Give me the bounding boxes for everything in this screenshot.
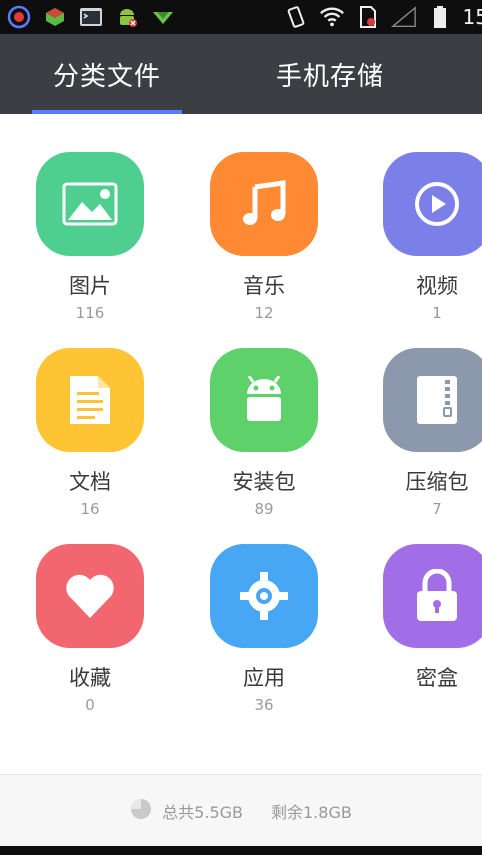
category-label: 音乐 bbox=[243, 274, 285, 298]
category-count: 1 bbox=[432, 304, 442, 322]
category-video[interactable]: 视频 1 bbox=[362, 152, 482, 322]
game-app-icon bbox=[42, 6, 68, 28]
tab-categories[interactable]: 分类文件 bbox=[32, 34, 182, 114]
category-secure-box[interactable]: 密盒 bbox=[362, 544, 482, 696]
category-label: 视频 bbox=[416, 274, 458, 298]
category-grid: 图片 116 音乐 12 视频 1 文档 16 安装包 89 压缩包 7 收藏 … bbox=[0, 114, 482, 774]
tab-phone-storage[interactable]: 手机存储 bbox=[255, 34, 405, 114]
category-apps[interactable]: 应用 36 bbox=[189, 544, 339, 714]
document-icon bbox=[36, 348, 144, 452]
video-play-icon bbox=[383, 152, 482, 256]
category-label: 应用 bbox=[243, 666, 285, 690]
category-count: 12 bbox=[254, 304, 274, 322]
app-gear-icon bbox=[210, 544, 318, 648]
category-label: 图片 bbox=[69, 274, 111, 298]
bottom-bar bbox=[0, 846, 482, 855]
lock-icon bbox=[383, 544, 482, 648]
tab-bar: 分类文件 手机存储 bbox=[0, 34, 482, 114]
status-bar: 15 bbox=[0, 0, 482, 34]
category-count: 0 bbox=[85, 696, 95, 714]
category-count: 16 bbox=[80, 500, 100, 518]
zip-icon bbox=[383, 348, 482, 452]
image-icon bbox=[36, 152, 144, 256]
music-icon bbox=[210, 152, 318, 256]
category-count: 36 bbox=[254, 696, 274, 714]
terminal-app-icon bbox=[78, 6, 104, 28]
category-count: 7 bbox=[432, 500, 442, 518]
status-time: 15 bbox=[462, 5, 482, 29]
vibrate-icon bbox=[283, 6, 309, 28]
category-label: 文档 bbox=[69, 470, 111, 494]
wifi-icon bbox=[319, 6, 345, 28]
storage-summary: 总共5.5GB 剩余1.8GB bbox=[0, 774, 482, 847]
storage-pie-icon bbox=[130, 798, 152, 824]
category-packages[interactable]: 安装包 89 bbox=[189, 348, 339, 518]
category-label: 收藏 bbox=[69, 666, 111, 690]
category-favorites[interactable]: 收藏 0 bbox=[15, 544, 165, 714]
category-images[interactable]: 图片 116 bbox=[15, 152, 165, 322]
storage-total: 总共5.5GB bbox=[162, 803, 243, 822]
category-count: 116 bbox=[75, 304, 105, 322]
storage-free: 剩余1.8GB bbox=[271, 803, 352, 822]
category-archives[interactable]: 压缩包 7 bbox=[362, 348, 482, 518]
category-documents[interactable]: 文档 16 bbox=[15, 348, 165, 518]
heart-icon bbox=[36, 544, 144, 648]
battery-icon bbox=[427, 6, 453, 28]
category-label: 安装包 bbox=[232, 470, 296, 494]
category-label: 密盒 bbox=[416, 666, 458, 690]
category-label: 压缩包 bbox=[405, 470, 469, 494]
category-count: 89 bbox=[254, 500, 274, 518]
sim-blocked-icon bbox=[355, 6, 381, 28]
cell-signal-icon bbox=[390, 6, 417, 28]
android-icon bbox=[210, 348, 318, 452]
category-music[interactable]: 音乐 12 bbox=[189, 152, 339, 322]
android-debug-icon bbox=[114, 6, 140, 28]
record-icon bbox=[6, 5, 32, 29]
download-arrow-icon bbox=[150, 6, 176, 28]
